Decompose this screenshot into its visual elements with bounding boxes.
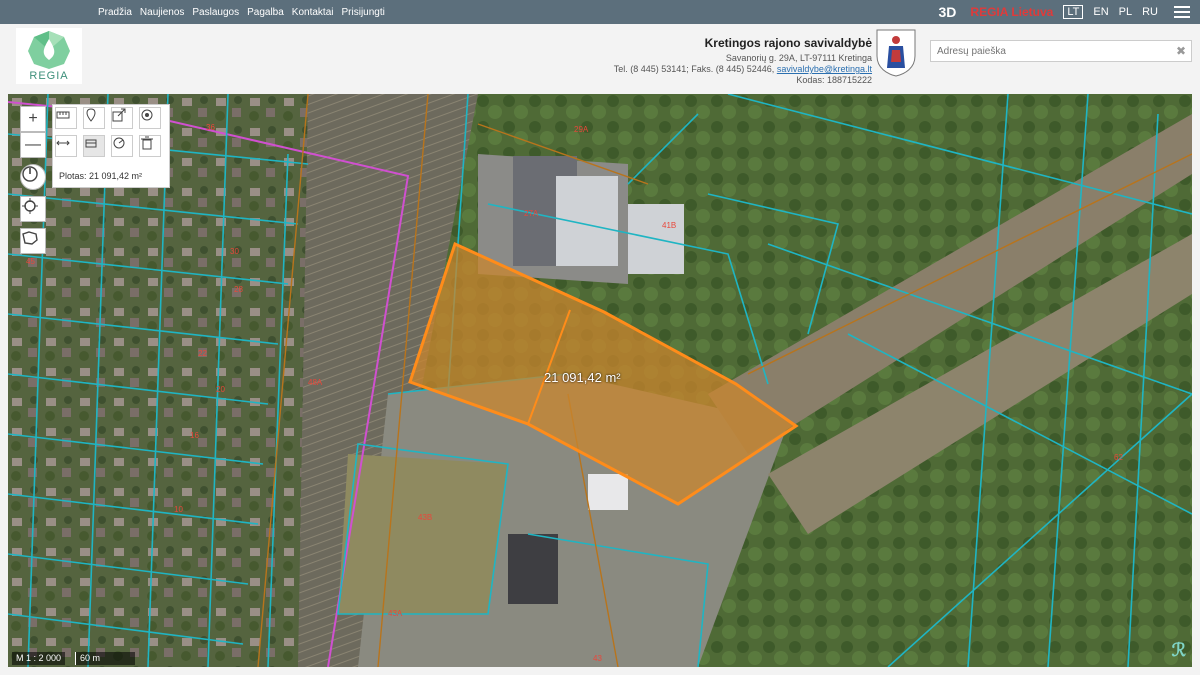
locate-me-icon[interactable] [20, 196, 46, 222]
municipality-address: Savanorių g. 29A, LT-97111 Kretinga [725, 53, 872, 63]
parcel-label: 10 [174, 505, 183, 514]
measurement-tools-panel: Plotas: 21 091,42 m² [52, 104, 170, 188]
marker-icon[interactable] [83, 107, 105, 129]
top-navigation-bar: Pradžia Naujienos Paslaugos Pagalba Kont… [0, 0, 1200, 24]
parcel-label: 27A [524, 209, 539, 218]
compass-icon[interactable] [20, 164, 46, 190]
region-select-icon[interactable] [20, 228, 46, 254]
address-search: ✖ [930, 40, 1192, 62]
regia-logo-icon [28, 31, 70, 69]
parcel-label: 30 [230, 247, 239, 256]
view-3d-button[interactable]: 3D [939, 4, 957, 20]
municipality-code: Kodas: 188715222 [796, 75, 872, 85]
logo-text: REGIA [29, 70, 69, 82]
municipality-info: Kretingos rajono savivaldybė Savanorių g… [614, 36, 872, 86]
parcel-label: 20 [216, 385, 225, 394]
point-icon[interactable] [139, 107, 161, 129]
export-icon[interactable] [111, 107, 133, 129]
selected-area-label: 21 091,42 m² [544, 370, 621, 385]
distance-measure-icon[interactable] [55, 135, 77, 157]
ruler-icon[interactable] [55, 107, 77, 129]
nav-item-login[interactable]: Prisijungti [342, 7, 385, 18]
parcel-label: 41B [662, 221, 676, 230]
contacts-text: Tel. (8 445) 53141; Faks. (8 445) 52446, [613, 64, 775, 74]
clear-search-icon[interactable]: ✖ [1176, 44, 1186, 58]
area-measurement-readout: Plotas: 21 091,42 m² [59, 171, 143, 181]
nav-item-contacts[interactable]: Kontaktai [292, 7, 334, 18]
municipality-contacts: Tel. (8 445) 53141; Faks. (8 445) 52446,… [614, 64, 872, 75]
area-measure-icon[interactable] [83, 135, 105, 157]
regia-lietuva-link[interactable]: REGIA Lietuva [970, 5, 1053, 19]
municipality-title: Kretingos rajono savivaldybė [704, 36, 872, 50]
regia-logo[interactable]: REGIA [16, 28, 82, 84]
parcel-label: 43 [593, 654, 602, 663]
parcel-label: 16 [190, 431, 199, 440]
map-view[interactable]: 29A 41B 27A 48A 43B 43A 43 62 36 30 28 2… [8, 94, 1192, 667]
nav-item-help[interactable]: Pagalba [247, 7, 284, 18]
parcel-label: 29A [574, 125, 589, 134]
address-search-input[interactable] [931, 41, 1161, 62]
regia-watermark-icon: ℛ [1171, 640, 1186, 660]
scale-bar: 60 m [75, 652, 136, 665]
header: REGIA Kretingos rajono savivaldybė Savan… [0, 24, 1200, 94]
parcel-label: 45 [26, 257, 35, 266]
parcel-label: 48A [308, 378, 323, 387]
zoom-out-button[interactable]: — [20, 132, 46, 158]
nav-item-news[interactable]: Naujienos [140, 7, 184, 18]
radius-measure-icon[interactable] [111, 135, 133, 157]
nav-item-home[interactable]: Pradžia [98, 7, 132, 18]
delete-icon[interactable] [139, 135, 161, 157]
nav-item-services[interactable]: Paslaugos [192, 7, 239, 18]
scale-ratio: M 1 : 2 000 [12, 652, 66, 665]
language-pl[interactable]: PL [1119, 6, 1132, 18]
parcel-label: 62 [1114, 453, 1123, 462]
email-link[interactable]: savivaldybe@kretinga.lt [777, 64, 872, 74]
language-lt[interactable]: LT [1063, 5, 1084, 19]
top-right-controls: 3D REGIA Lietuva LT EN PL RU [939, 0, 1190, 24]
parcel-label: 43B [418, 513, 432, 522]
parcel-label: 36 [206, 123, 215, 132]
parcel-label: 28 [234, 285, 243, 294]
hamburger-menu-icon[interactable] [1174, 6, 1190, 18]
language-ru[interactable]: RU [1142, 6, 1158, 18]
language-en[interactable]: EN [1093, 6, 1108, 18]
parcel-label: 22 [198, 349, 207, 358]
parcel-label: 43A [388, 609, 403, 618]
map-scale: M 1 : 2 000 60 m [12, 652, 136, 665]
zoom-in-button[interactable]: + [20, 106, 46, 132]
main-menu: Pradžia Naujienos Paslaugos Pagalba Kont… [98, 7, 393, 18]
coat-of-arms-icon [876, 29, 916, 77]
